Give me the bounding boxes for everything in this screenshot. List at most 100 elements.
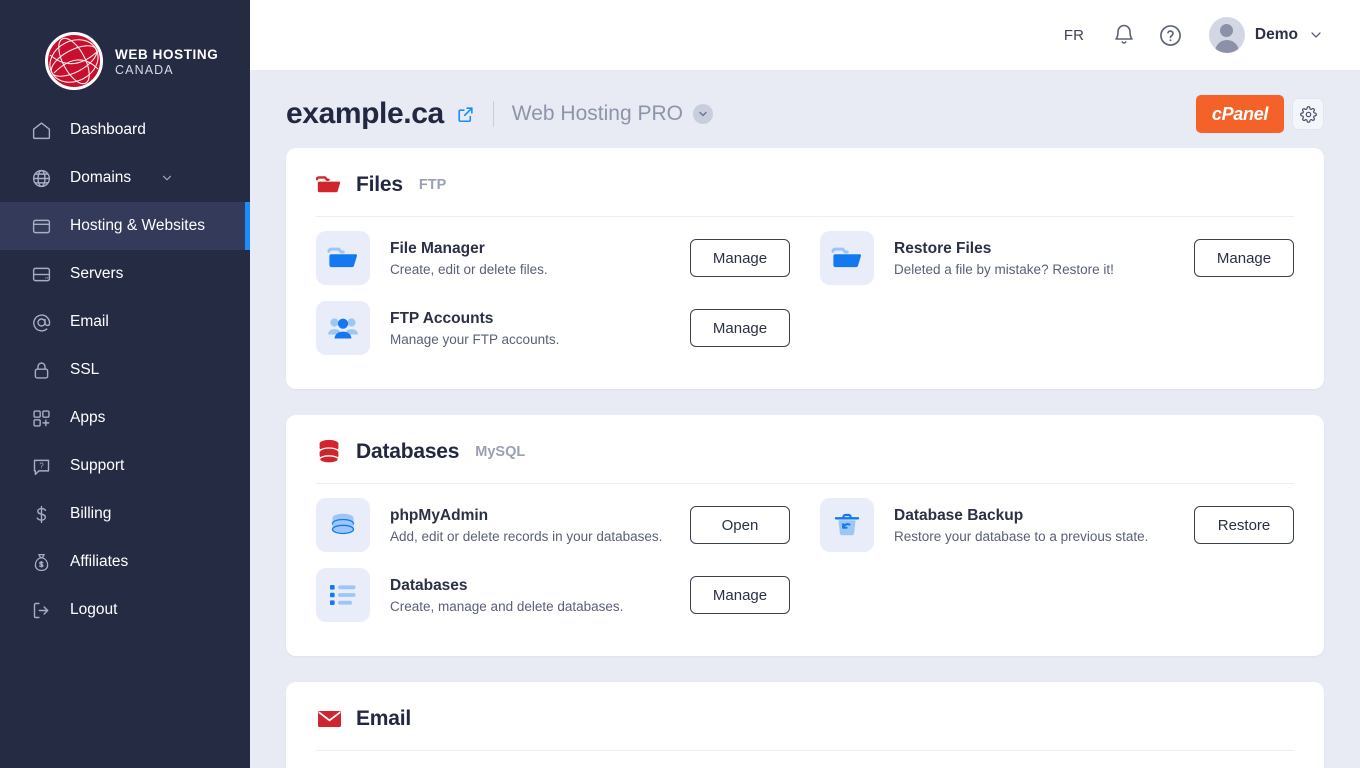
manage-button[interactable]: Manage — [690, 239, 790, 277]
row-text: phpMyAdmin Add, edit or delete records i… — [390, 507, 690, 544]
user-name: Demo — [1254, 26, 1298, 43]
sidebar-item-label: SSL — [70, 361, 100, 378]
row-text: Databases Create, manage and delete data… — [390, 577, 690, 614]
manage-button[interactable]: Manage — [1194, 239, 1294, 277]
page-title: example.ca — [286, 97, 444, 130]
sidebar-item-support[interactable]: ? Support — [0, 442, 250, 490]
card-title: Databases — [356, 440, 460, 463]
browser-window-icon — [30, 215, 52, 237]
open-button[interactable]: Open — [690, 506, 790, 544]
trash-restore-blue-icon — [820, 498, 874, 552]
row-text: Database Backup Restore your database to… — [894, 507, 1194, 544]
row-title: Databases — [390, 576, 468, 594]
card-rows: File Manager Create, edit or delete file… — [316, 223, 1294, 363]
user-menu[interactable]: Demo — [1208, 17, 1324, 53]
row-text: Restore Files Deleted a file by mistake?… — [894, 240, 1194, 277]
row-description: Restore your database to a previous stat… — [894, 528, 1149, 544]
card-rows: phpMyAdmin Add, edit or delete records i… — [316, 490, 1294, 630]
database-red-icon — [316, 439, 342, 465]
sidebar-item-label: Hosting & Websites — [70, 217, 205, 234]
row-ftp-accounts: FTP Accounts Manage your FTP accounts. M… — [316, 293, 790, 363]
chevron-down-icon[interactable] — [1308, 27, 1324, 43]
dollar-sign-icon — [30, 503, 52, 525]
card-divider — [316, 750, 1294, 751]
restore-button[interactable]: Restore — [1194, 506, 1294, 544]
sidebar-item-email[interactable]: Email — [0, 298, 250, 346]
title-divider — [492, 101, 494, 127]
sidebar-item-label: Billing — [70, 505, 112, 522]
brand-logo-block: WEB HOSTING CANADA — [0, 0, 250, 96]
lock-icon — [30, 359, 52, 381]
cpanel-button[interactable]: cPanel — [1196, 95, 1284, 133]
sidebar-item-domains[interactable]: Domains — [0, 154, 250, 202]
card-files: Files FTP File Manager Create, edit or d… — [286, 148, 1324, 389]
plan-name: Web Hosting PRO — [511, 102, 683, 125]
brand-text: WEB HOSTING CANADA — [115, 45, 218, 77]
brand-line2: CANADA — [115, 62, 174, 77]
chevron-down-icon[interactable] — [160, 171, 174, 185]
svg-text:?: ? — [39, 461, 44, 470]
plan-chevron-down-icon[interactable] — [692, 104, 713, 124]
avatar-head — [1220, 24, 1234, 37]
card-subtitle: MySQL — [475, 444, 526, 460]
row-description: Create, edit or delete files. — [390, 261, 548, 277]
row-description: Create, manage and delete databases. — [390, 598, 624, 614]
row-phpmyadmin: phpMyAdmin Add, edit or delete records i… — [316, 490, 790, 560]
card-header: Databases MySQL — [316, 439, 1294, 483]
users-blue-icon — [316, 301, 370, 355]
card-header: Files FTP — [316, 172, 1294, 216]
row-title: FTP Accounts — [390, 309, 494, 327]
sidebar-item-affiliates[interactable]: Affiliates — [0, 538, 250, 586]
sidebar-item-servers[interactable]: Servers — [0, 250, 250, 298]
row-description: Add, edit or delete records in your data… — [390, 528, 663, 544]
language-switcher[interactable]: FR — [1058, 23, 1090, 48]
apps-grid-plus-icon — [30, 407, 52, 429]
manage-button[interactable]: Manage — [690, 309, 790, 347]
topbar: FR Demo — [250, 0, 1360, 70]
question-circle-icon[interactable] — [1158, 23, 1183, 48]
row-text: File Manager Create, edit or delete file… — [390, 240, 690, 277]
external-link-icon[interactable] — [456, 105, 475, 124]
card-email: Email — [286, 682, 1324, 768]
gear-icon[interactable] — [1292, 98, 1324, 130]
sidebar-item-label: Email — [70, 313, 109, 330]
at-sign-icon — [30, 311, 52, 333]
sidebar: WEB HOSTING CANADA Dashboard Domains Hos… — [0, 0, 250, 768]
home-icon — [30, 119, 52, 141]
avatar — [1208, 17, 1245, 53]
card-divider — [316, 216, 1294, 217]
row-title: Database Backup — [894, 506, 1024, 524]
row-restore-files: Restore Files Deleted a file by mistake?… — [820, 223, 1294, 293]
sidebar-item-ssl[interactable]: SSL — [0, 346, 250, 394]
header-actions: cPanel — [1196, 95, 1324, 133]
globe-icon — [30, 167, 52, 189]
sidebar-item-logout[interactable]: Logout — [0, 586, 250, 634]
logout-arrow-icon — [30, 599, 52, 621]
sidebar-item-hosting-websites[interactable]: Hosting & Websites — [0, 202, 250, 250]
folder-blue-icon — [316, 231, 370, 285]
sidebar-item-billing[interactable]: Billing — [0, 490, 250, 538]
sidebar-item-label: Affiliates — [70, 553, 129, 570]
row-title: phpMyAdmin — [390, 506, 489, 524]
manage-button[interactable]: Manage — [690, 576, 790, 614]
sidebar-item-dashboard[interactable]: Dashboard — [0, 106, 250, 154]
card-title: Files — [356, 173, 403, 196]
sidebar-item-label: Domains — [70, 169, 132, 186]
page-header: example.ca Web Hosting PRO cPanel — [286, 70, 1324, 148]
row-file-manager: File Manager Create, edit or delete file… — [316, 223, 790, 293]
card-databases: Databases MySQL phpMyAdmin Add, edit or … — [286, 415, 1324, 656]
sidebar-item-apps[interactable]: Apps — [0, 394, 250, 442]
row-title: Restore Files — [894, 239, 992, 257]
globe-logo-icon — [45, 32, 103, 90]
envelope-red-icon — [316, 706, 342, 732]
sidebar-item-label: Support — [70, 457, 125, 474]
content-scroll: example.ca Web Hosting PRO cPanel Files … — [250, 70, 1360, 768]
bell-icon[interactable] — [1112, 23, 1136, 47]
question-chat-icon: ? — [30, 455, 52, 477]
brand-line1: WEB HOSTING — [115, 47, 219, 63]
row-database-backup: Database Backup Restore your database to… — [820, 490, 1294, 560]
card-subtitle: FTP — [418, 177, 447, 193]
row-description: Manage your FTP accounts. — [390, 331, 560, 347]
card-header: Email — [316, 706, 1294, 750]
row-text: FTP Accounts Manage your FTP accounts. — [390, 310, 690, 347]
